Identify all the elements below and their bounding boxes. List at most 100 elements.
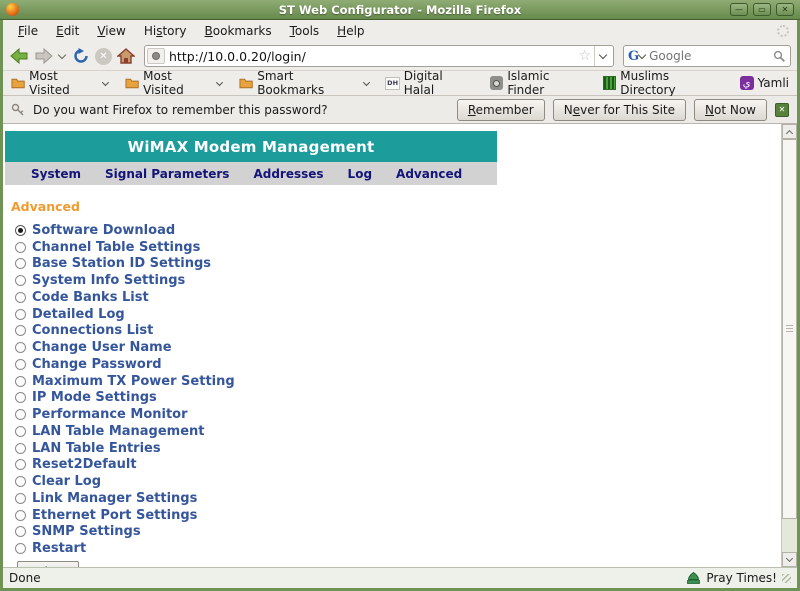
list-item[interactable]: Code Banks List <box>15 289 797 306</box>
page-nav-addresses[interactable]: Addresses <box>253 167 323 181</box>
search-engine-icon[interactable]: G <box>628 49 639 64</box>
radio-button[interactable] <box>15 242 26 253</box>
radio-button[interactable] <box>15 409 26 420</box>
url-history-dropdown[interactable] <box>594 46 611 66</box>
page-nav-advanced[interactable]: Advanced <box>396 167 462 181</box>
page-nav-system[interactable]: System <box>31 167 81 181</box>
radio-button[interactable] <box>15 493 26 504</box>
bookmark-smart-bookmarks[interactable]: Smart Bookmarks <box>239 69 368 97</box>
list-item[interactable]: System Info Settings <box>15 272 797 289</box>
yamli-favicon-icon: ي <box>740 76 754 90</box>
list-item[interactable]: IP Mode Settings <box>15 390 797 407</box>
forward-dropdown-icon[interactable] <box>58 51 66 59</box>
radio-button[interactable] <box>15 275 26 286</box>
bookmark-yamli[interactable]: ي Yamli <box>740 76 789 90</box>
list-item[interactable]: Ethernet Port Settings <box>15 507 797 524</box>
list-item[interactable]: LAN Table Management <box>15 423 797 440</box>
forward-button[interactable] <box>34 48 54 64</box>
bookmark-islamic-finder[interactable]: Islamic Finder <box>490 69 586 97</box>
list-item[interactable]: Software Download <box>15 222 797 239</box>
minimize-button[interactable]: — <box>730 3 748 16</box>
never-for-this-site-button[interactable]: Never for This Site <box>553 99 686 121</box>
home-button[interactable] <box>117 48 135 64</box>
list-item[interactable]: Performance Monitor <box>15 406 797 423</box>
search-icon[interactable] <box>773 50 786 63</box>
vertical-scrollbar[interactable] <box>781 124 797 567</box>
pray-times-button[interactable]: Pray Times! <box>706 571 777 585</box>
list-item[interactable]: SNMP Settings <box>15 524 797 541</box>
globe-favicon-icon <box>490 76 503 90</box>
search-bar[interactable]: G <box>623 45 791 67</box>
stop-button[interactable]: ✕ <box>95 48 112 65</box>
radio-button[interactable] <box>15 359 26 370</box>
bookmark-most-visited-2[interactable]: Most Visited <box>125 69 222 97</box>
list-item[interactable]: Connections List <box>15 323 797 340</box>
bookmark-star-icon[interactable]: ☆ <box>578 48 591 64</box>
menu-bookmarks[interactable]: Bookmarks <box>198 22 279 40</box>
key-icon <box>11 103 25 117</box>
list-item[interactable]: Link Manager Settings <box>15 490 797 507</box>
radio-button[interactable] <box>15 325 26 336</box>
radio-button[interactable] <box>15 543 26 554</box>
close-button[interactable]: ✕ <box>776 3 794 16</box>
menu-history[interactable]: History <box>137 22 194 40</box>
radio-button[interactable] <box>15 426 26 437</box>
list-item[interactable]: Detailed Log <box>15 306 797 323</box>
page-nav-log[interactable]: Log <box>348 167 372 181</box>
page-nav-signal-parameters[interactable]: Signal Parameters <box>105 167 229 181</box>
bookmark-muslims-directory[interactable]: Muslims Directory <box>603 69 723 97</box>
menu-edit[interactable]: Edit <box>49 22 86 40</box>
maximize-button[interactable]: ▭ <box>753 3 771 16</box>
radio-button[interactable] <box>15 376 26 387</box>
list-item[interactable]: Change Password <box>15 356 797 373</box>
stripes-favicon-icon <box>603 76 616 90</box>
scroll-down-icon[interactable] <box>782 552 797 567</box>
radio-button[interactable] <box>15 225 26 236</box>
menu-help[interactable]: Help <box>330 22 371 40</box>
list-item[interactable]: LAN Table Entries <box>15 440 797 457</box>
location-bar[interactable]: ☆ <box>144 45 614 67</box>
radio-button[interactable] <box>15 342 26 353</box>
not-now-button[interactable]: Not Now <box>694 99 767 121</box>
list-item[interactable]: Restart <box>15 540 797 557</box>
resize-grip[interactable] <box>782 574 791 583</box>
list-item[interactable]: Base Station ID Settings <box>15 256 797 273</box>
bookmark-most-visited-1[interactable]: Most Visited <box>11 69 108 97</box>
mosque-icon <box>686 572 701 584</box>
menu-file[interactable]: File <box>11 22 45 40</box>
bookmark-digital-halal[interactable]: DH Digital Halal <box>385 69 473 97</box>
list-item[interactable]: Clear Log <box>15 473 797 490</box>
list-item[interactable]: Reset2Default <box>15 457 797 474</box>
radio-button[interactable] <box>15 392 26 403</box>
reload-button[interactable] <box>72 47 90 65</box>
radio-button[interactable] <box>15 258 26 269</box>
scroll-up-icon[interactable] <box>782 124 797 139</box>
back-button[interactable] <box>9 48 29 64</box>
url-input[interactable] <box>169 49 575 64</box>
remember-button[interactable]: Remember <box>457 99 545 121</box>
page-nav-bar: System Signal Parameters Addresses Log A… <box>5 162 497 185</box>
page-favicon <box>147 48 165 64</box>
list-item[interactable]: Change User Name <box>15 339 797 356</box>
advanced-options-list: Software Download Channel Table Settings… <box>15 222 797 557</box>
list-item[interactable]: Maximum TX Power Setting <box>15 373 797 390</box>
folder-icon <box>125 77 139 89</box>
chevron-down-icon <box>363 79 370 86</box>
radio-button[interactable] <box>15 476 26 487</box>
search-engine-dropdown-icon[interactable] <box>638 50 646 58</box>
folder-icon <box>11 77 25 89</box>
menu-tools[interactable]: Tools <box>283 22 327 40</box>
radio-button[interactable] <box>15 526 26 537</box>
select-button[interactable]: Select <box>17 561 79 567</box>
search-input[interactable] <box>649 49 773 63</box>
window-title: ST Web Configurator - Mozilla Firefox <box>0 3 800 17</box>
radio-button[interactable] <box>15 459 26 470</box>
notification-close-icon[interactable]: ✕ <box>775 103 789 117</box>
radio-button[interactable] <box>15 443 26 454</box>
scrollbar-thumb[interactable] <box>782 139 797 519</box>
radio-button[interactable] <box>15 309 26 320</box>
list-item[interactable]: Channel Table Settings <box>15 239 797 256</box>
menu-view[interactable]: View <box>90 22 132 40</box>
radio-button[interactable] <box>15 510 26 521</box>
radio-button[interactable] <box>15 292 26 303</box>
